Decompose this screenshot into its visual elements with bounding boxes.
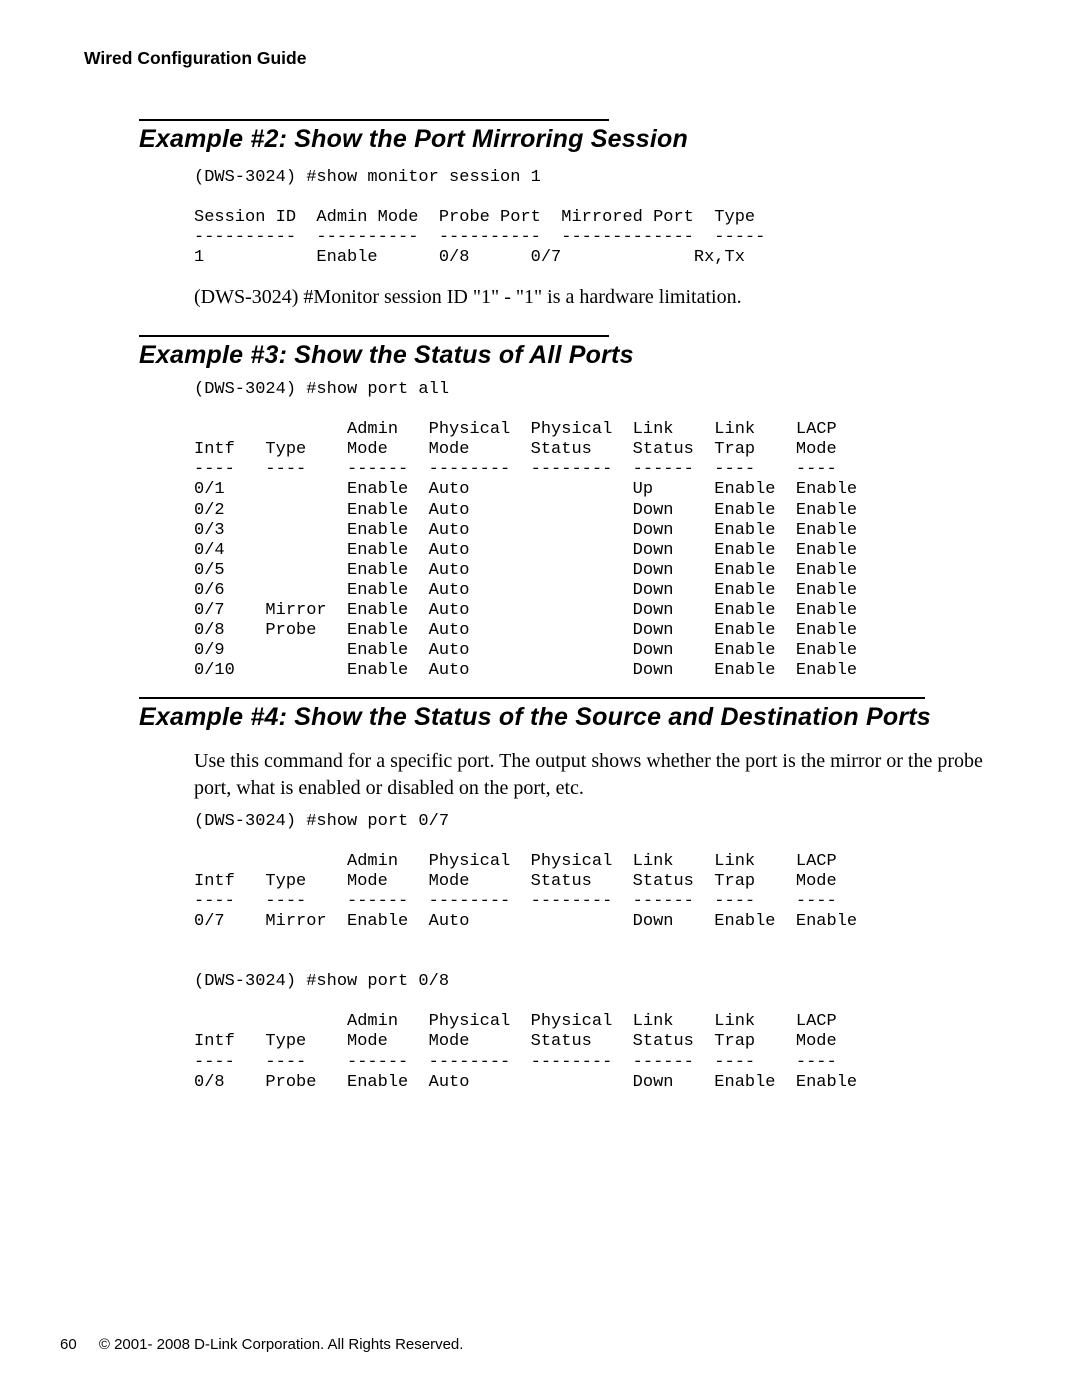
ex4-intro: Use this command for a specific port. Th… — [194, 748, 994, 802]
running-header: Wired Configuration Guide — [84, 48, 996, 69]
section-title-ex4: Example #4: Show the Status of the Sourc… — [139, 703, 996, 732]
section-title-ex2: Example #2: Show the Port Mirroring Sess… — [139, 125, 996, 154]
page-number: 60 — [60, 1336, 77, 1353]
cli-ex4: (DWS-3024) #show port 0/7 Admin Physical… — [194, 812, 996, 1093]
section-title-ex3: Example #3: Show the Status of All Ports — [139, 341, 996, 370]
cli-ex2: (DWS-3024) #show monitor session 1 Sessi… — [194, 168, 996, 268]
section-rule — [139, 697, 925, 699]
section-rule — [139, 119, 609, 121]
section-rule — [139, 335, 609, 337]
ex2-note: (DWS-3024) #Monitor session ID "1" - "1"… — [194, 284, 994, 311]
cli-ex3: (DWS-3024) #show port all Admin Physical… — [194, 380, 996, 681]
copyright: © 2001- 2008 D-Link Corporation. All Rig… — [99, 1336, 464, 1353]
page-footer: 60 © 2001- 2008 D-Link Corporation. All … — [60, 1336, 463, 1353]
